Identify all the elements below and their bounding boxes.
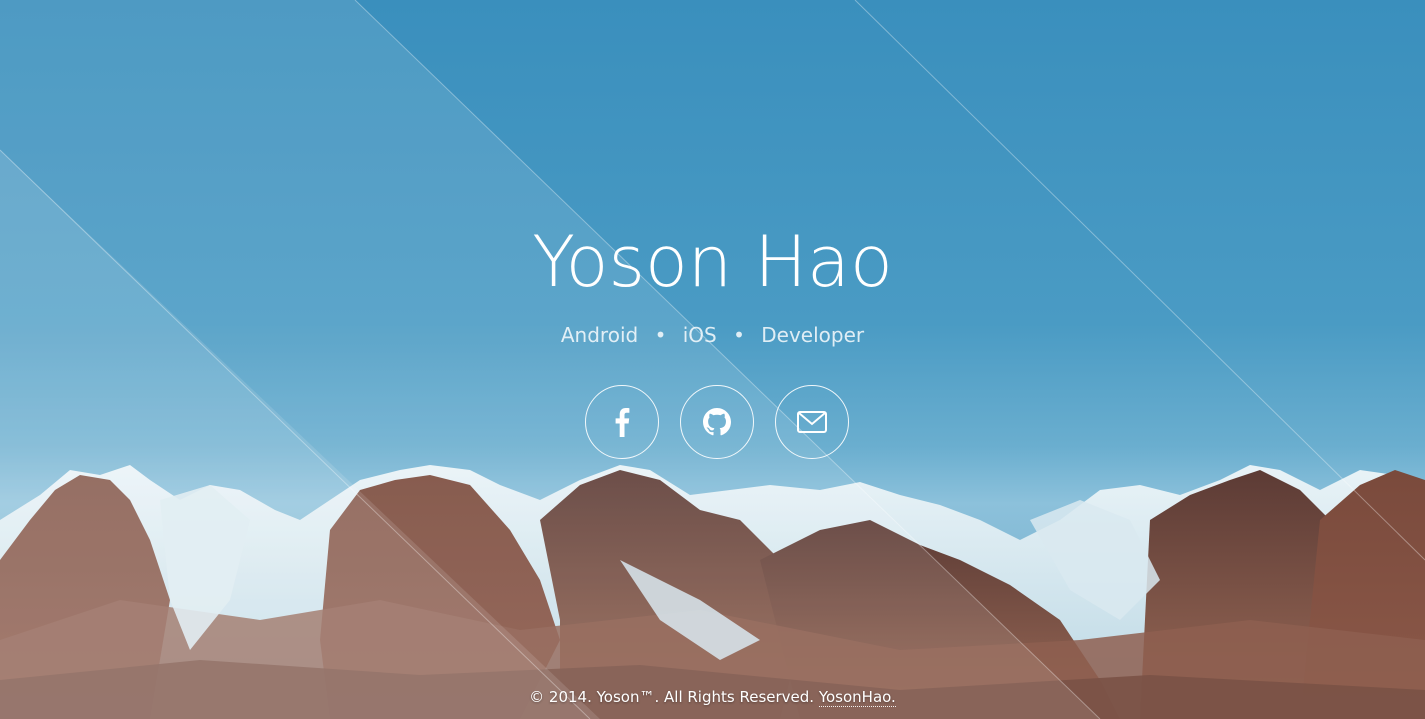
github-icon (703, 408, 731, 436)
facebook-button[interactable] (585, 385, 659, 459)
hero-title: Yoson Hao (532, 221, 893, 303)
mail-button[interactable] (775, 385, 849, 459)
role-android: Android (560, 323, 639, 347)
separator-dot: • (654, 323, 667, 347)
role-ios: iOS (682, 323, 717, 347)
footer: © 2014. Yoson™. All Rights Reserved. Yos… (0, 686, 1425, 708)
social-links (585, 385, 857, 461)
role-developer: Developer (761, 323, 865, 347)
copyright-text: © 2014. Yoson™. All Rights Reserved. (529, 688, 815, 706)
hero-subtitle: Android • iOS • Developer (0, 320, 1425, 350)
mail-icon (797, 411, 827, 433)
facebook-icon (614, 407, 630, 437)
separator-dot: • (733, 323, 745, 347)
page: Yoson Hao Android • iOS • Developer © 20… (0, 0, 1425, 719)
hero: Yoson Hao Android • iOS • Developer (0, 0, 1425, 719)
github-button[interactable] (680, 385, 754, 459)
author-link[interactable]: YosonHao. (818, 688, 896, 707)
